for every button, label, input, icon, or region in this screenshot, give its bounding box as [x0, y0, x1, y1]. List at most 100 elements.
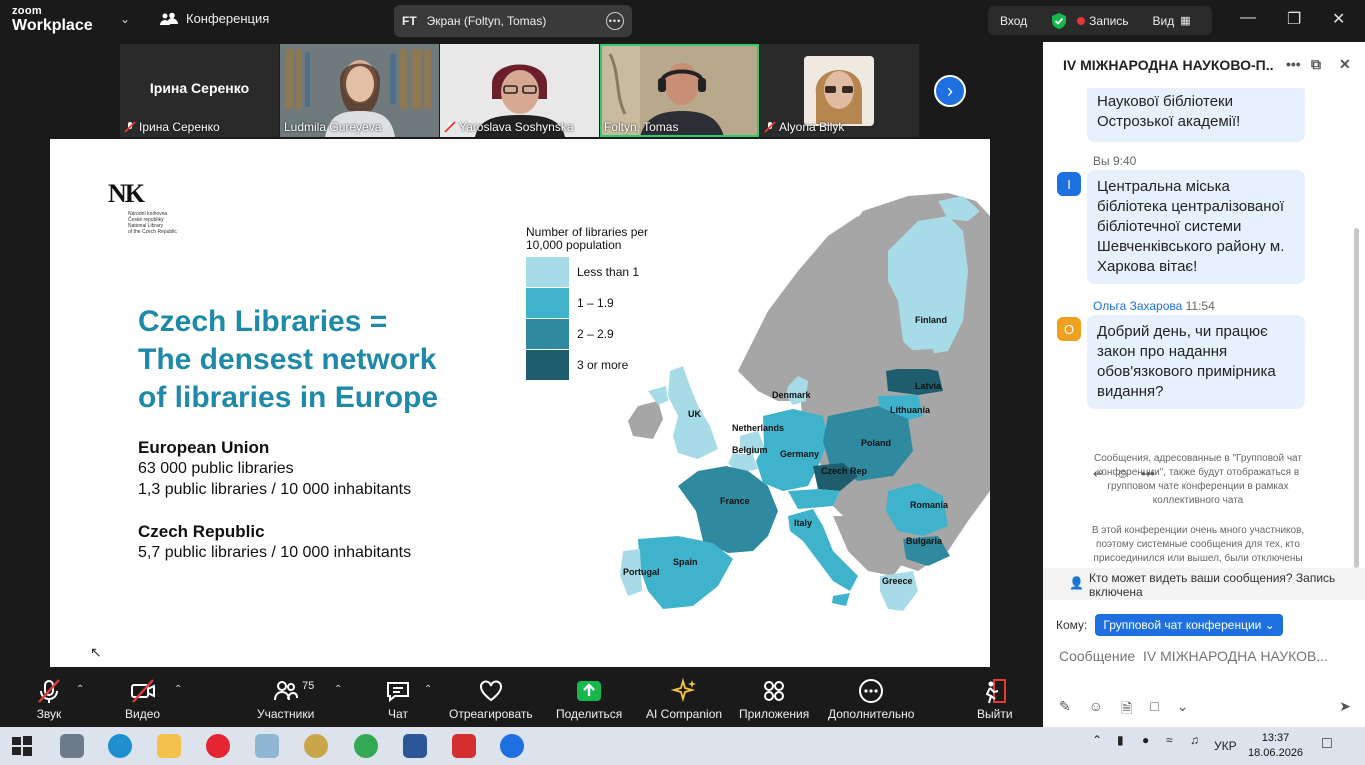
recipient-dropdown[interactable]: Групповой чат конференции ⌄ [1095, 614, 1283, 636]
recipient-row: Кому: Групповой чат конференции ⌄ [1056, 614, 1283, 636]
country-label: UK [688, 409, 701, 419]
zoom-taskbar-icon[interactable] [500, 734, 524, 758]
system-message: В этой конференции очень много участнико… [1091, 525, 1305, 564]
slide-title-line: of libraries in Europe [138, 381, 439, 414]
country-label: Spain [673, 557, 698, 567]
app-icon[interactable] [255, 734, 279, 758]
participant-tile[interactable]: Yaroslava Soshynska [440, 44, 599, 137]
windows-start-icon[interactable] [10, 734, 34, 758]
logo-subtitle: Národní knihovna České republiky Nationa… [128, 211, 177, 235]
wifi-icon[interactable]: ≈ [1166, 733, 1173, 747]
audio-button[interactable]: Звук [36, 678, 62, 721]
leave-button[interactable]: Выйти [977, 678, 1013, 721]
close-icon[interactable]: ✕ [1339, 56, 1351, 73]
screenshot-icon[interactable]: □ [1150, 698, 1158, 722]
emoji-icon[interactable]: ☺ [1089, 698, 1103, 722]
avatar[interactable]: О [1057, 317, 1081, 341]
react-label: Отреагировать [449, 707, 533, 721]
map-region-estonia [893, 349, 938, 369]
file-icon[interactable]: 🗎 [1121, 698, 1132, 722]
restore-icon[interactable]: ❐ [1287, 9, 1301, 29]
close-icon[interactable]: ✕ [1332, 9, 1345, 29]
send-icon[interactable]: ➤ [1339, 698, 1351, 722]
chat-message-bubble[interactable]: Центральна міська бібліотека централізов… [1087, 170, 1305, 284]
chevron-up-icon[interactable]: ⌃ [1092, 733, 1102, 747]
apps-icon [764, 681, 785, 701]
message-meta: Ольга Захарова 11:54 [1093, 299, 1215, 313]
who-can-see-banner[interactable]: 👤 Кто может видеть ваши сообщения? Запис… [1043, 568, 1365, 600]
edge-icon[interactable] [108, 734, 132, 758]
message-sender[interactable]: Ольга Захарова [1093, 299, 1182, 313]
shield-check-icon[interactable] [1051, 12, 1067, 29]
participant-tile-active-speaker[interactable]: Foltyn, Tomas [600, 44, 759, 137]
video-button[interactable]: Видео [125, 678, 160, 721]
legend-swatch [526, 257, 569, 287]
zoom-logo[interactable]: zoom Workplace [12, 6, 93, 34]
avatar-initial: О [1063, 321, 1075, 337]
signin-button[interactable]: Вход [1000, 14, 1027, 28]
title-actions: Вход Запись Вид ▦ [988, 6, 1212, 35]
chat-message-input[interactable] [1059, 644, 1349, 668]
notifications-icon[interactable]: □ [1322, 735, 1332, 753]
chevron-down-icon[interactable]: ⌄ [120, 12, 130, 26]
recipient-label: Кому: [1056, 618, 1088, 632]
people-icon [160, 12, 178, 25]
participant-tile[interactable]: Ірина Серенко Ірина Серенко [120, 44, 279, 137]
participant-name: Foltyn, Tomas [604, 120, 679, 134]
share-button[interactable]: Поделиться [556, 678, 622, 721]
calculator-icon[interactable] [60, 734, 84, 758]
ai-companion-button[interactable]: AI Companion [646, 678, 722, 721]
more-options-icon[interactable]: ••• [606, 12, 624, 30]
language-indicator[interactable]: УКР [1214, 739, 1237, 753]
chevron-down-icon[interactable]: ⌄ [1177, 698, 1189, 722]
system-clock[interactable]: 13:37 18.06.2026 [1248, 731, 1303, 761]
chat-message-bubble[interactable]: Добрий день, чи працює закон про надання… [1087, 315, 1305, 409]
recipient-value: Групповой чат конференции [1103, 618, 1262, 632]
country-label: Germany [780, 449, 819, 459]
chat-button[interactable]: Чат [385, 678, 411, 721]
opera-icon[interactable] [206, 734, 230, 758]
share-initials: FT [402, 14, 417, 28]
more-button[interactable]: Дополнительно [828, 678, 914, 721]
chevron-up-icon[interactable]: ⌃ [424, 684, 432, 695]
participant-tile[interactable]: Alyona Bilyk [760, 44, 919, 137]
participant-tile[interactable]: Ludmila Gureyeva [280, 44, 439, 137]
chat-message-bubble[interactable]: Наукової бібліотеки Острозької академії! [1087, 88, 1305, 142]
volume-icon[interactable]: ♫ [1190, 733, 1199, 747]
paint-icon[interactable] [304, 734, 328, 758]
legend-swatch [526, 288, 569, 318]
chat-messages: Наукової бібліотеки Острозької академії!… [1043, 88, 1365, 616]
eu-heading: European Union [138, 438, 270, 457]
mouse-cursor-icon: ↖ [90, 644, 102, 660]
more-options-icon[interactable]: ••• [1286, 56, 1301, 72]
format-icon[interactable]: ✎ [1059, 698, 1071, 722]
pdf-icon[interactable] [452, 734, 476, 758]
participant-name: Yaroslava Soshynska [459, 120, 574, 134]
file-explorer-icon[interactable] [157, 734, 181, 758]
avatar[interactable]: I [1057, 172, 1081, 196]
more-label: Дополнительно [828, 707, 915, 721]
chevron-up-icon[interactable]: ⌃ [76, 684, 84, 695]
logo-line1: zoom [12, 5, 42, 17]
record-button[interactable]: Запись [1077, 14, 1129, 28]
title-bar: zoom Workplace ⌄ Конференция FT Экран (F… [0, 0, 1365, 42]
cz-density: 5,7 public libraries / 10 000 inhabitant… [138, 544, 412, 561]
participant-name: Alyona Bilyk [779, 120, 845, 134]
battery-icon[interactable]: ▮ [1117, 733, 1124, 747]
chrome-icon[interactable] [354, 734, 378, 758]
apps-button[interactable]: Приложения [739, 678, 809, 721]
chat-scrollbar[interactable] [1354, 228, 1359, 568]
popout-icon[interactable]: ⧉ [1311, 56, 1321, 73]
view-button[interactable]: Вид ▦ [1153, 14, 1191, 28]
word-icon[interactable] [403, 734, 427, 758]
react-button[interactable]: Отреагировать [449, 678, 533, 721]
conference-button[interactable]: Конференция [160, 11, 269, 26]
next-participants-button[interactable]: › [934, 75, 966, 107]
minimize-icon[interactable]: — [1240, 9, 1256, 27]
chevron-up-icon[interactable]: ⌃ [174, 684, 182, 695]
country-label: Romania [910, 500, 949, 510]
screen-share-indicator[interactable]: FT Экран (Foltyn, Tomas) ••• [394, 5, 632, 37]
mic-icon[interactable]: ● [1142, 733, 1149, 747]
chevron-up-icon[interactable]: ⌃ [334, 684, 342, 695]
mic-muted-icon [38, 679, 60, 703]
